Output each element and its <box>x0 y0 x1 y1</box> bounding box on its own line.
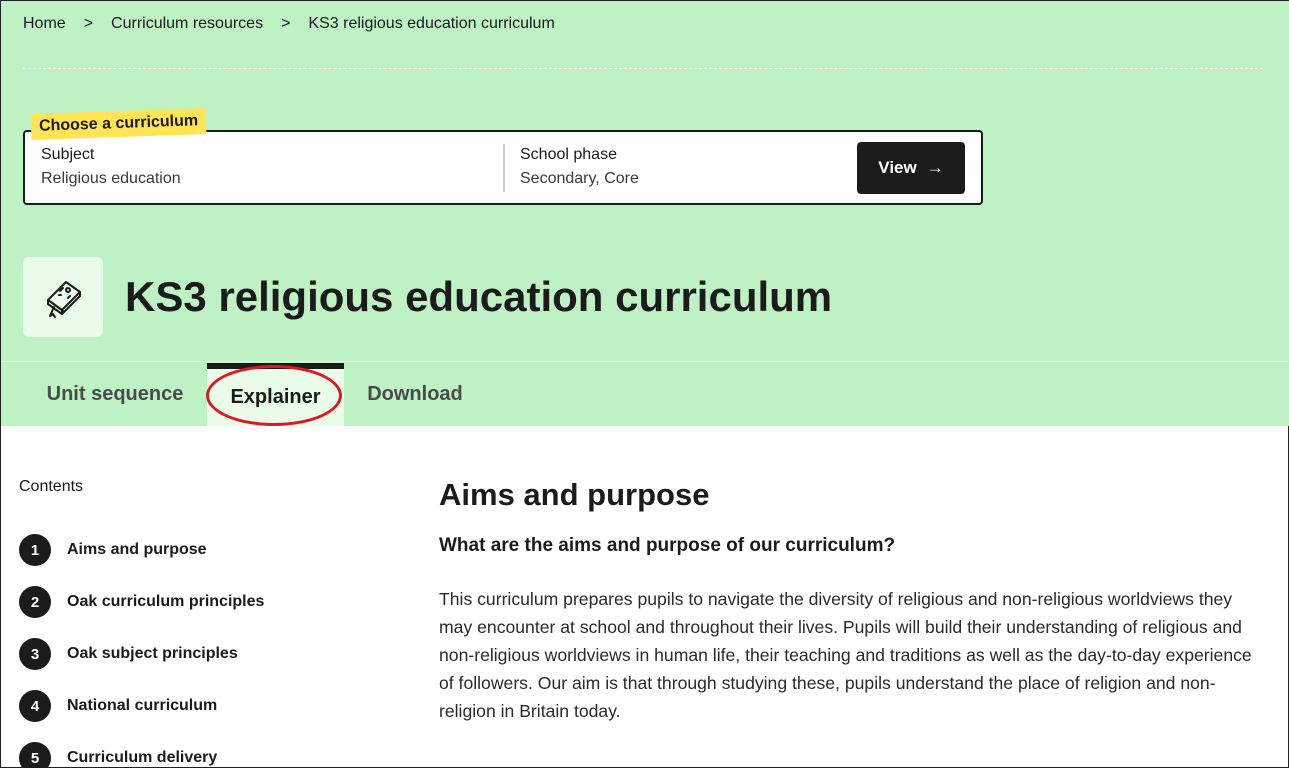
breadcrumb-current-page[interactable]: KS3 religious education curriculum <box>308 15 554 33</box>
toc-item-national-curriculum[interactable]: 4 National curriculum <box>19 680 264 732</box>
breadcrumb: Home > Curriculum resources > KS3 religi… <box>23 15 555 33</box>
breadcrumb-separator: > <box>281 15 291 32</box>
toc-number-badge: 5 <box>19 742 51 768</box>
subject-label: Subject <box>41 146 95 163</box>
main-content: Aims and purpose What are the aims and p… <box>439 477 1269 725</box>
section-subheading: What are the aims and purpose of our cur… <box>439 535 896 556</box>
toc-item-curriculum-delivery[interactable]: 5 Curriculum delivery <box>19 732 264 768</box>
toc-item-oak-curriculum-principles[interactable]: 2 Oak curriculum principles <box>19 576 264 628</box>
tab-download[interactable]: Download <box>344 363 486 426</box>
toc-item-label: Oak subject principles <box>67 645 238 662</box>
school-phase-field[interactable]: School phase Secondary, Core <box>520 146 639 188</box>
toc-number-badge: 1 <box>19 534 51 566</box>
toc-item-oak-subject-principles[interactable]: 3 Oak subject principles <box>19 628 264 680</box>
view-button-label: View <box>878 158 917 177</box>
toc-item-label: Oak curriculum principles <box>67 593 265 610</box>
tab-explainer[interactable]: Explainer <box>207 363 344 426</box>
contents-title: Contents <box>19 478 84 495</box>
toc-number-badge: 3 <box>19 638 51 670</box>
toc-item-aims-and-purpose[interactable]: 1 Aims and purpose <box>19 524 264 576</box>
section-paragraph: This curriculum prepares pupils to navig… <box>439 589 1252 721</box>
table-of-contents: 1 Aims and purpose 2 Oak curriculum prin… <box>19 524 264 768</box>
view-button[interactable]: View → <box>857 142 965 194</box>
field-divider <box>503 144 505 192</box>
curriculum-chooser: Subject Religious education School phase… <box>23 130 983 205</box>
subject-field[interactable]: Subject Religious education <box>41 146 181 188</box>
tab-unit-sequence[interactable]: Unit sequence <box>23 363 207 426</box>
tabs-divider <box>1 361 1289 362</box>
toc-item-label: Aims and purpose <box>67 541 207 558</box>
arrow-right-icon: → <box>926 158 944 177</box>
subject-value: Religious education <box>41 170 181 187</box>
hero-banner: Home > Curriculum resources > KS3 religi… <box>1 1 1289 426</box>
page-title: KS3 religious education curriculum <box>125 273 833 320</box>
breadcrumb-home[interactable]: Home <box>23 15 66 33</box>
toc-item-label: National curriculum <box>67 697 218 714</box>
breadcrumb-curriculum-resources[interactable]: Curriculum resources <box>111 15 263 33</box>
toc-number-badge: 2 <box>19 586 51 618</box>
breadcrumb-separator: > <box>83 15 94 32</box>
school-phase-label: School phase <box>520 146 617 163</box>
toc-number-badge: 4 <box>19 690 51 722</box>
religious-book-icon <box>23 257 103 337</box>
school-phase-value: Secondary, Core <box>520 170 639 187</box>
toc-item-label: Curriculum delivery <box>67 749 218 766</box>
divider <box>23 68 1263 69</box>
section-heading: Aims and purpose <box>439 477 710 512</box>
